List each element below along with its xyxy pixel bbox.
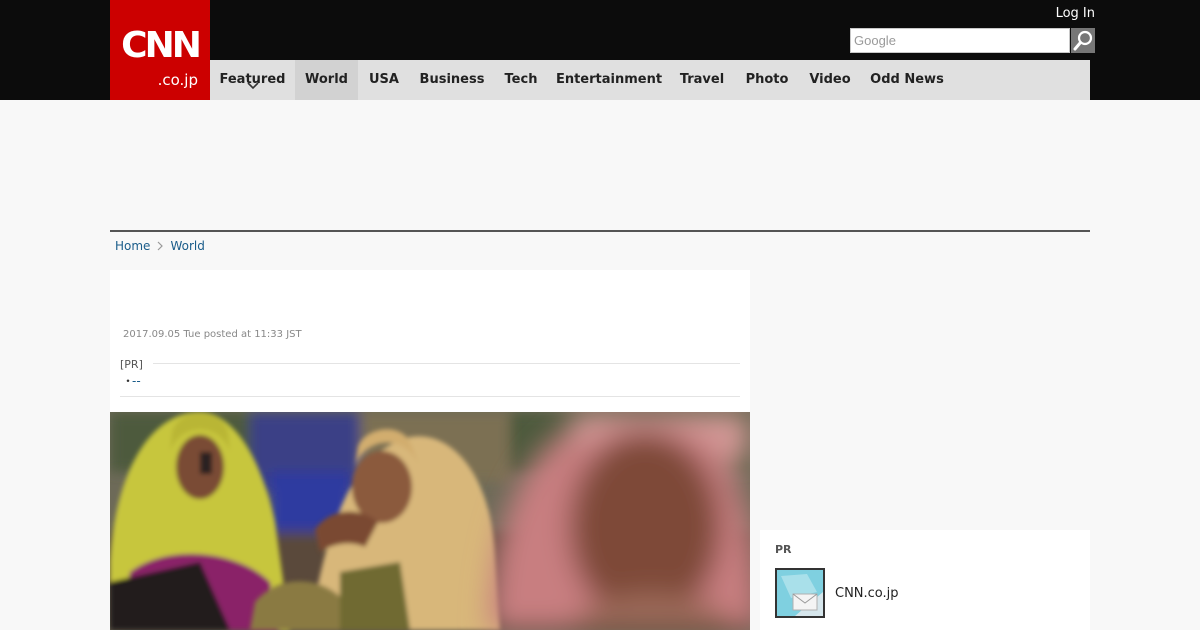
logo-wordmark: CNN — [121, 25, 202, 66]
nav-item-label: USA — [369, 72, 399, 87]
breadcrumb-home[interactable]: Home — [115, 238, 150, 254]
sidebar-pr-title: PR — [775, 543, 792, 556]
chevron-down-icon — [210, 82, 295, 94]
nav-item-photo[interactable]: Photo — [734, 60, 800, 100]
nav-item-label: Video — [809, 72, 851, 87]
pr-divider-bottom — [120, 396, 740, 397]
mail-icon — [777, 570, 823, 616]
nav-item-label: Business — [419, 72, 485, 87]
sidebar-pr-box: PR CNN.co.jp — [760, 530, 1090, 630]
nav-item-label: Photo — [745, 72, 789, 87]
pr-label: [PR] — [120, 358, 143, 371]
chevron-right-icon — [157, 238, 164, 254]
nav-item-label: Tech — [504, 72, 538, 87]
nav-item-label: World — [305, 72, 348, 87]
search-input[interactable]: Google — [850, 28, 1070, 53]
nav-item-label: Odd News — [870, 72, 944, 87]
breadcrumb: Home World — [115, 238, 205, 254]
nav-item-label: Travel — [679, 72, 725, 87]
article-card: 2017.09.05 Tue posted at 11:33 JST [PR] … — [110, 270, 750, 630]
top-header: CNN .co.jp Log In Google Featured World … — [0, 0, 1200, 100]
nav-item-business[interactable]: Business — [410, 60, 494, 100]
nav-item-label: Entertainment — [555, 72, 663, 87]
pr-link[interactable]: -- — [132, 374, 141, 388]
nav-item-world[interactable]: World — [295, 60, 358, 100]
logo-domain: .co.jp — [157, 71, 198, 89]
sidebar-pr-thumbnail[interactable] — [775, 568, 825, 618]
nav-item-entertainment[interactable]: Entertainment — [548, 60, 670, 100]
magnifier-icon — [1073, 30, 1093, 51]
breadcrumb-current[interactable]: World — [170, 238, 204, 254]
article-photo — [110, 412, 750, 630]
nav-item-video[interactable]: Video — [800, 60, 860, 100]
nav-item-odd-news[interactable]: Odd News — [860, 60, 954, 100]
section-divider — [110, 230, 1090, 232]
main-nav: Featured World USA Business Tech Enterta… — [210, 60, 1090, 100]
sidebar-pr-link[interactable]: CNN.co.jp — [835, 586, 899, 602]
nav-item-tech[interactable]: Tech — [494, 60, 548, 100]
posted-timestamp: 2017.09.05 Tue posted at 11:33 JST — [123, 329, 302, 340]
search-button[interactable] — [1071, 28, 1095, 53]
pr-divider-top — [153, 363, 740, 364]
nav-item-featured[interactable]: Featured — [210, 60, 295, 100]
nav-item-travel[interactable]: Travel — [670, 60, 734, 100]
cnn-logo[interactable]: CNN .co.jp — [110, 0, 210, 100]
login-link[interactable]: Log In — [1056, 6, 1095, 22]
nav-item-usa[interactable]: USA — [358, 60, 410, 100]
